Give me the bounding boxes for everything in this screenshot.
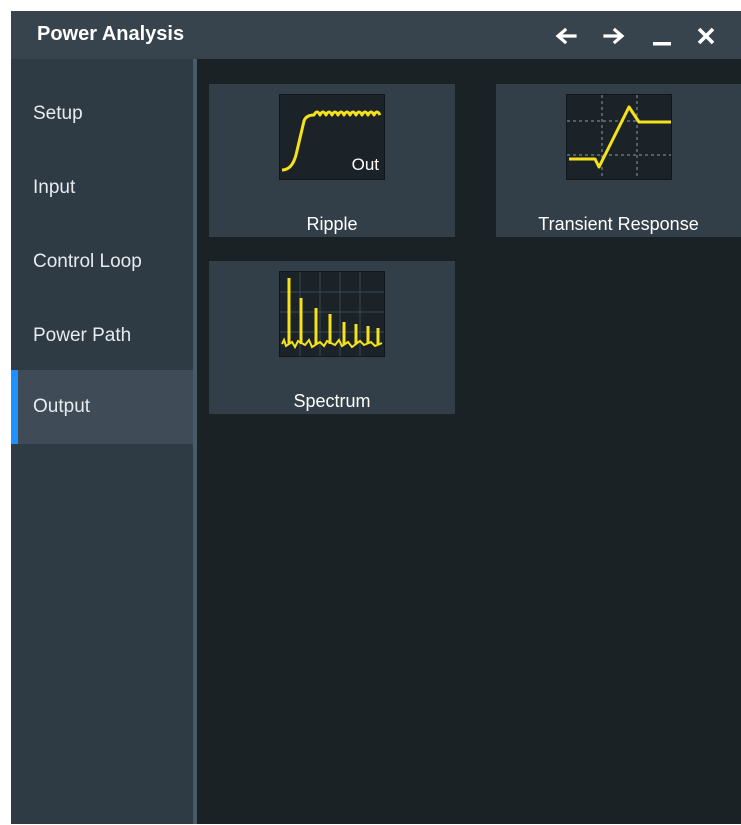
tile-label: Spectrum — [293, 391, 371, 411]
thumb-out-label: Out — [351, 155, 379, 174]
sidebar-item-setup[interactable]: Setup — [11, 77, 193, 151]
sidebar-item-control-loop[interactable]: Control Loop — [11, 225, 193, 299]
sidebar-item-label: Setup — [33, 103, 83, 124]
sidebar-item-label: Output — [33, 396, 91, 417]
sidebar-item-input[interactable]: Input — [11, 151, 193, 225]
title-bar: Power Analysis — [11, 11, 741, 59]
power-analysis-window: Power Analysis Setup Input Control Loop … — [11, 11, 741, 824]
ripple-tile[interactable]: Out Ripple — [209, 84, 455, 237]
minimize-icon[interactable] — [647, 21, 677, 51]
tile-label: Transient Response — [538, 214, 699, 234]
measurement-tiles-area: Out Ripple Transient Response Spectrum — [197, 59, 741, 824]
sidebar-item-label: Power Path — [33, 325, 132, 346]
back-arrow-icon[interactable] — [551, 21, 581, 51]
forward-arrow-icon[interactable] — [599, 21, 629, 51]
transient-response-tile[interactable]: Transient Response — [496, 84, 741, 237]
sidebar-item-label: Input — [33, 177, 76, 198]
spectrum-icon — [279, 271, 385, 357]
transient-response-icon — [566, 94, 672, 180]
sidebar-item-power-path[interactable]: Power Path — [11, 299, 193, 373]
sidebar: Setup Input Control Loop Power Path Outp… — [11, 59, 193, 824]
window-title: Power Analysis — [37, 23, 185, 45]
sidebar-item-label: Control Loop — [33, 251, 142, 272]
tile-label: Ripple — [306, 214, 358, 234]
close-icon[interactable] — [691, 21, 721, 51]
sidebar-item-output[interactable]: Output — [11, 370, 193, 444]
spectrum-tile[interactable]: Spectrum — [209, 261, 455, 414]
ripple-waveform-icon: Out — [279, 94, 385, 180]
